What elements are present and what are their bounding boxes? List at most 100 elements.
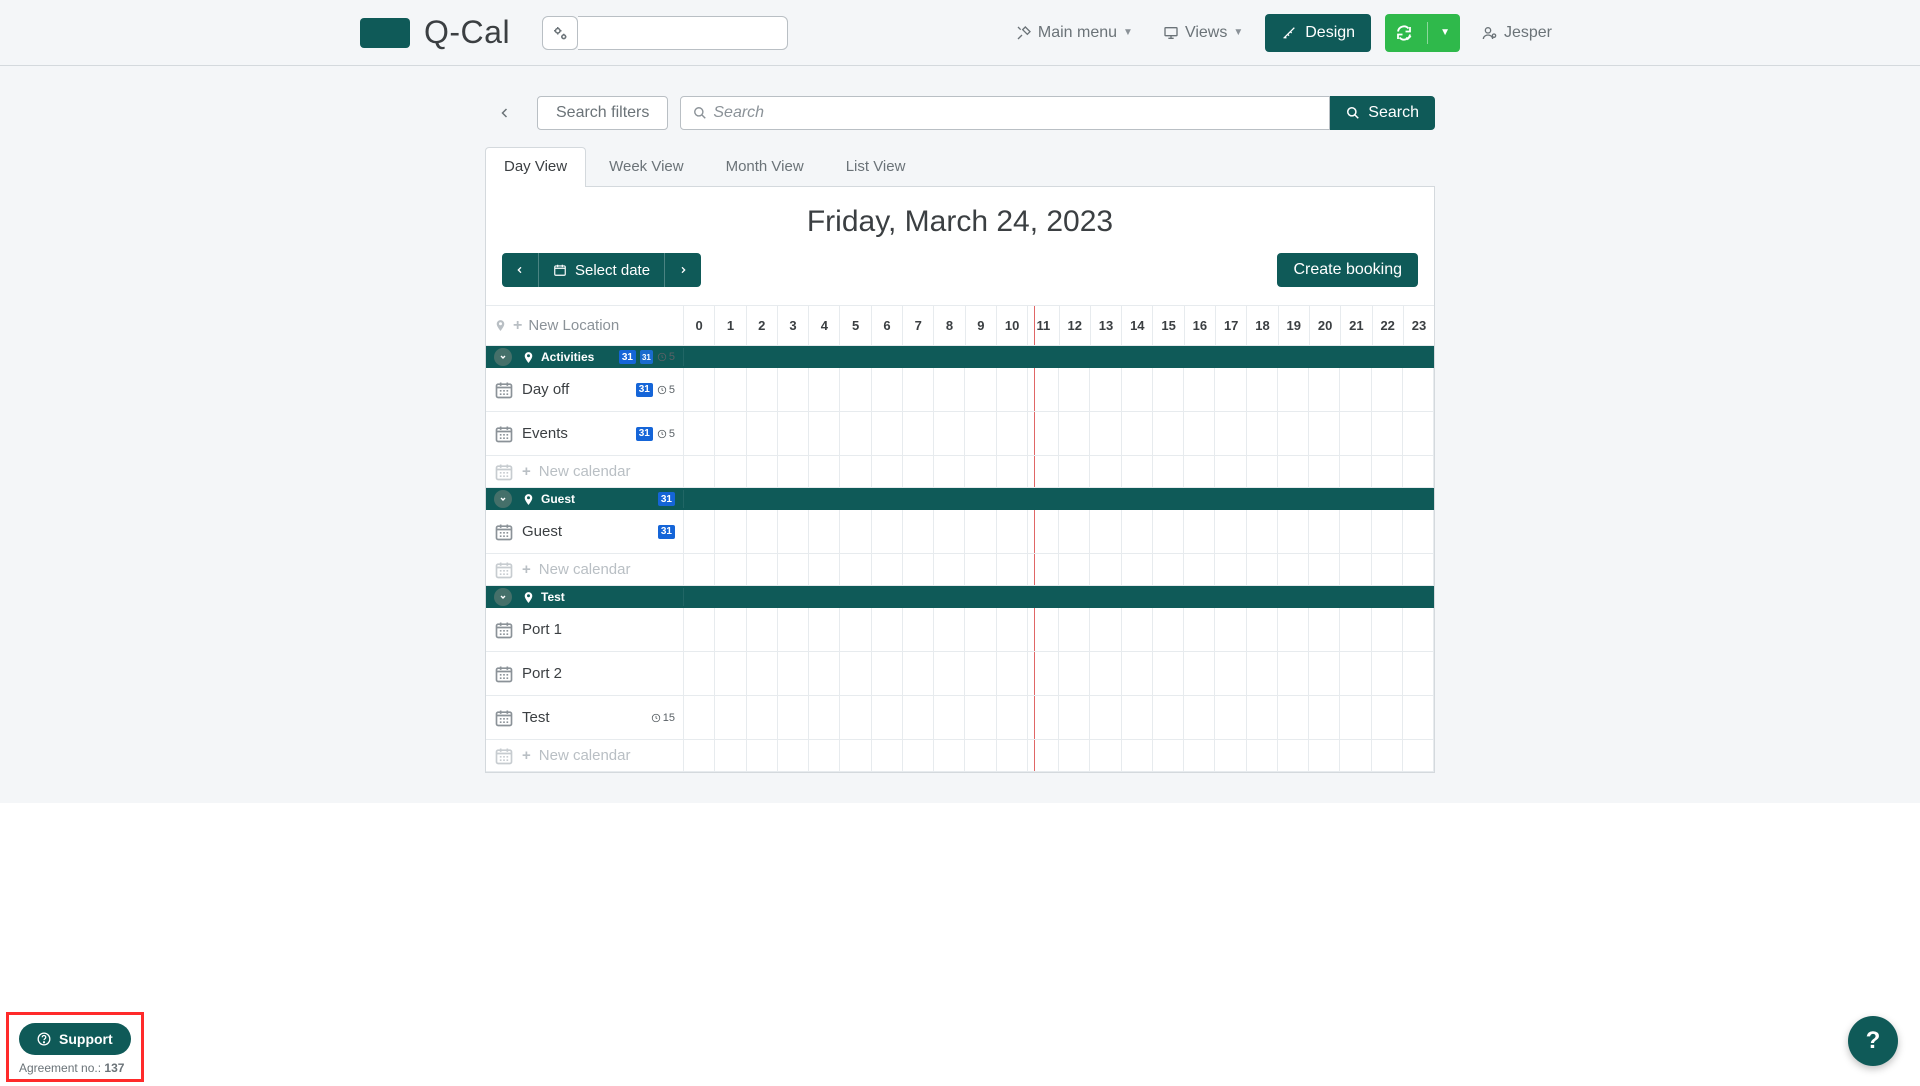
hour-cell[interactable] (872, 740, 903, 771)
hour-cell[interactable] (934, 696, 965, 739)
hour-cell[interactable] (1372, 740, 1403, 771)
settings-cog-button[interactable] (542, 16, 578, 50)
views-dropdown[interactable]: Views ▼ (1155, 18, 1251, 48)
section-header[interactable]: Guest31 (486, 488, 1434, 510)
hour-cell[interactable] (809, 456, 840, 487)
new-calendar-button[interactable]: +New calendar (486, 740, 1434, 772)
hour-cell[interactable] (872, 456, 903, 487)
hour-cell[interactable] (1247, 456, 1278, 487)
new-calendar-button[interactable]: +New calendar (486, 456, 1434, 488)
hour-cell[interactable] (684, 740, 715, 771)
hour-cell[interactable] (1403, 696, 1434, 739)
hour-cell[interactable] (903, 456, 934, 487)
hour-cell[interactable] (778, 412, 809, 455)
hour-cell[interactable] (1340, 368, 1371, 411)
hour-cell[interactable] (715, 740, 746, 771)
hour-cell[interactable] (840, 652, 871, 695)
hour-cell[interactable] (1278, 740, 1309, 771)
calendar-row[interactable]: Guest31 (486, 510, 1434, 554)
hour-cell[interactable] (903, 412, 934, 455)
hour-cell[interactable] (778, 740, 809, 771)
hour-cell[interactable] (715, 608, 746, 651)
hour-cell[interactable] (997, 510, 1028, 553)
hour-cell[interactable] (934, 510, 965, 553)
hour-cell[interactable] (1059, 412, 1090, 455)
hour-cell[interactable] (1309, 510, 1340, 553)
calendar-row[interactable]: Port 1 (486, 608, 1434, 652)
hour-cell[interactable] (1153, 412, 1184, 455)
hour-cell[interactable] (1340, 554, 1371, 585)
hour-cell[interactable] (1153, 554, 1184, 585)
hour-cell[interactable] (903, 368, 934, 411)
hour-cell[interactable] (1090, 652, 1121, 695)
hour-cell[interactable] (1340, 608, 1371, 651)
hour-cell[interactable] (872, 412, 903, 455)
hour-cell[interactable] (778, 368, 809, 411)
hour-cell[interactable] (903, 696, 934, 739)
brand[interactable]: Q-Cal (360, 14, 510, 51)
hour-cell[interactable] (840, 510, 871, 553)
hour-cell[interactable] (1184, 368, 1215, 411)
hour-cell[interactable] (747, 510, 778, 553)
hour-cell[interactable] (997, 652, 1028, 695)
hour-cell[interactable] (1090, 696, 1121, 739)
hour-cell[interactable] (872, 510, 903, 553)
hour-cell[interactable] (872, 652, 903, 695)
hour-cell[interactable] (1059, 456, 1090, 487)
hour-cell[interactable] (1215, 412, 1246, 455)
hour-cell[interactable] (1215, 456, 1246, 487)
hour-cell[interactable] (997, 740, 1028, 771)
hour-cell[interactable] (934, 740, 965, 771)
hour-cell[interactable] (1153, 456, 1184, 487)
hour-cell[interactable] (997, 554, 1028, 585)
hour-cell[interactable] (1153, 652, 1184, 695)
hour-cell[interactable] (1372, 696, 1403, 739)
hour-cell[interactable] (1403, 510, 1434, 553)
hour-cell[interactable] (684, 456, 715, 487)
hour-cell[interactable] (1090, 456, 1121, 487)
hour-cell[interactable] (1028, 368, 1059, 411)
hour-cell[interactable] (1340, 696, 1371, 739)
next-day-button[interactable] (665, 253, 701, 287)
hour-cell[interactable] (684, 554, 715, 585)
hour-cell[interactable] (1090, 368, 1121, 411)
hour-cell[interactable] (1122, 456, 1153, 487)
calendar-row[interactable]: Day off315 (486, 368, 1434, 412)
hour-cell[interactable] (1153, 368, 1184, 411)
hour-cell[interactable] (1122, 696, 1153, 739)
hour-cell[interactable] (747, 740, 778, 771)
hour-cell[interactable] (1403, 456, 1434, 487)
hour-cell[interactable] (1309, 368, 1340, 411)
hour-cell[interactable] (1247, 652, 1278, 695)
hour-cell[interactable] (778, 696, 809, 739)
hour-cell[interactable] (997, 412, 1028, 455)
tab-month[interactable]: Month View (707, 147, 823, 187)
hour-cell[interactable] (934, 652, 965, 695)
hour-cell[interactable] (872, 368, 903, 411)
hour-cell[interactable] (965, 740, 996, 771)
hour-cell[interactable] (1059, 696, 1090, 739)
hour-cell[interactable] (1215, 510, 1246, 553)
hour-cell[interactable] (965, 456, 996, 487)
hour-cell[interactable] (840, 456, 871, 487)
hour-cell[interactable] (965, 510, 996, 553)
design-button[interactable]: Design (1265, 14, 1371, 52)
tab-list[interactable]: List View (827, 147, 925, 187)
hour-cell[interactable] (1403, 652, 1434, 695)
hour-cell[interactable] (1122, 368, 1153, 411)
select-date-button[interactable]: Select date (539, 253, 665, 287)
hour-cell[interactable] (1247, 554, 1278, 585)
hour-cell[interactable] (778, 456, 809, 487)
hour-cell[interactable] (1184, 554, 1215, 585)
hour-cell[interactable] (1059, 510, 1090, 553)
hour-cell[interactable] (1372, 608, 1403, 651)
hour-cell[interactable] (809, 740, 840, 771)
hour-cell[interactable] (1340, 510, 1371, 553)
hour-cell[interactable] (778, 554, 809, 585)
hour-cell[interactable] (809, 608, 840, 651)
hour-cell[interactable] (965, 368, 996, 411)
hour-cell[interactable] (715, 652, 746, 695)
hour-cell[interactable] (684, 510, 715, 553)
hour-cell[interactable] (684, 412, 715, 455)
hour-cell[interactable] (747, 368, 778, 411)
